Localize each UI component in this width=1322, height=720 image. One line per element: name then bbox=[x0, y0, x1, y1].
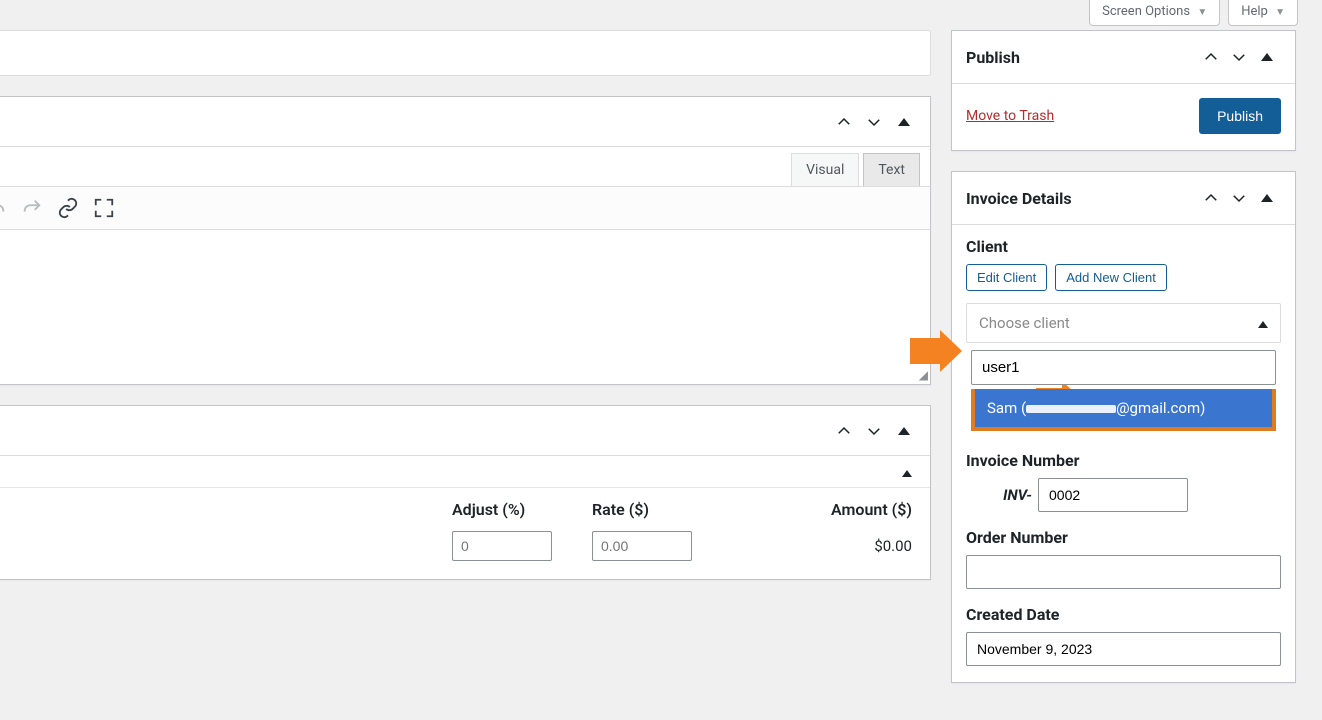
panel-toggle-icon[interactable] bbox=[1253, 43, 1281, 71]
panel-toggle-icon[interactable] bbox=[890, 417, 918, 445]
chevron-down-icon[interactable] bbox=[860, 108, 888, 136]
redacted-email-icon bbox=[1026, 405, 1116, 413]
invoice-prefix: INV- bbox=[966, 486, 1032, 504]
publish-panel-title: Publish bbox=[966, 48, 1197, 67]
client-search-input[interactable] bbox=[971, 350, 1276, 385]
help-label: Help bbox=[1241, 4, 1268, 19]
amount-value: $0.00 bbox=[772, 537, 912, 555]
order-number-input[interactable] bbox=[966, 555, 1281, 589]
chevron-down-icon[interactable] bbox=[1225, 43, 1253, 71]
screen-options-button[interactable]: Screen Options ▼ bbox=[1089, 0, 1220, 26]
caret-down-icon: ▼ bbox=[1275, 7, 1285, 18]
client-option-prefix: Sam ( bbox=[987, 399, 1026, 417]
col-rate-header: Rate ($) bbox=[592, 500, 772, 519]
client-option-sam[interactable]: Sam ( @gmail.com) bbox=[971, 389, 1276, 431]
link-icon[interactable] bbox=[53, 193, 83, 223]
invoice-details-panel: Invoice Details Client Edit Client Add N… bbox=[951, 171, 1296, 683]
tab-visual[interactable]: Visual bbox=[791, 153, 859, 186]
order-number-label: Order Number bbox=[966, 528, 1281, 547]
client-option-suffix: @gmail.com) bbox=[1116, 399, 1205, 417]
col-amount-header: Amount ($) bbox=[772, 500, 912, 519]
client-label: Client bbox=[966, 237, 1281, 256]
add-new-client-button[interactable]: Add New Client bbox=[1055, 264, 1167, 291]
rate-input[interactable] bbox=[592, 531, 692, 561]
choose-client-select[interactable]: Choose client Sam (@gmail.com) bbox=[966, 303, 1281, 343]
lineitems-panel: Adjust (%) Rate ($) Amount ($) $0.00 bbox=[0, 405, 931, 580]
redo-icon[interactable] bbox=[17, 193, 47, 223]
choose-client-placeholder: Choose client bbox=[979, 314, 1070, 332]
resize-handle-icon[interactable]: ◢ bbox=[919, 368, 928, 382]
panel-toggle-icon[interactable] bbox=[890, 108, 918, 136]
col-adjust-header: Adjust (%) bbox=[452, 500, 592, 519]
sort-toggle-icon[interactable] bbox=[902, 466, 912, 481]
caret-down-icon: ▼ bbox=[1197, 7, 1207, 18]
tab-text[interactable]: Text bbox=[863, 153, 920, 186]
created-date-input[interactable] bbox=[966, 632, 1281, 666]
annotation-arrow-icon bbox=[910, 338, 940, 364]
editor-panel: Visual Text bbox=[0, 96, 931, 385]
edit-client-button[interactable]: Edit Client bbox=[966, 264, 1047, 291]
help-button[interactable]: Help ▼ bbox=[1228, 0, 1298, 26]
invoice-details-title: Invoice Details bbox=[966, 189, 1197, 208]
panel-toggle-icon[interactable] bbox=[1253, 184, 1281, 212]
editor-textarea[interactable] bbox=[0, 230, 930, 380]
created-date-label: Created Date bbox=[966, 605, 1281, 624]
publish-button[interactable]: Publish bbox=[1199, 98, 1281, 134]
chevron-up-icon[interactable] bbox=[1197, 184, 1225, 212]
chevron-down-icon[interactable] bbox=[860, 417, 888, 445]
caret-up-icon bbox=[1258, 314, 1268, 332]
post-title-input[interactable] bbox=[0, 34, 930, 72]
publish-panel: Publish Move to Trash Publish bbox=[951, 30, 1296, 151]
invoice-number-input[interactable] bbox=[1038, 478, 1188, 512]
undo-icon[interactable] bbox=[0, 193, 11, 223]
screen-options-label: Screen Options bbox=[1102, 4, 1190, 19]
fullscreen-icon[interactable] bbox=[89, 193, 119, 223]
chevron-up-icon[interactable] bbox=[830, 417, 858, 445]
move-to-trash-link[interactable]: Move to Trash bbox=[966, 108, 1054, 124]
chevron-up-icon[interactable] bbox=[830, 108, 858, 136]
chevron-up-icon[interactable] bbox=[1197, 43, 1225, 71]
client-dropdown: Sam ( @gmail.com) bbox=[967, 346, 1280, 431]
chevron-down-icon[interactable] bbox=[1225, 184, 1253, 212]
adjust-input[interactable] bbox=[452, 531, 552, 561]
invoice-number-label: Invoice Number bbox=[966, 451, 1281, 470]
